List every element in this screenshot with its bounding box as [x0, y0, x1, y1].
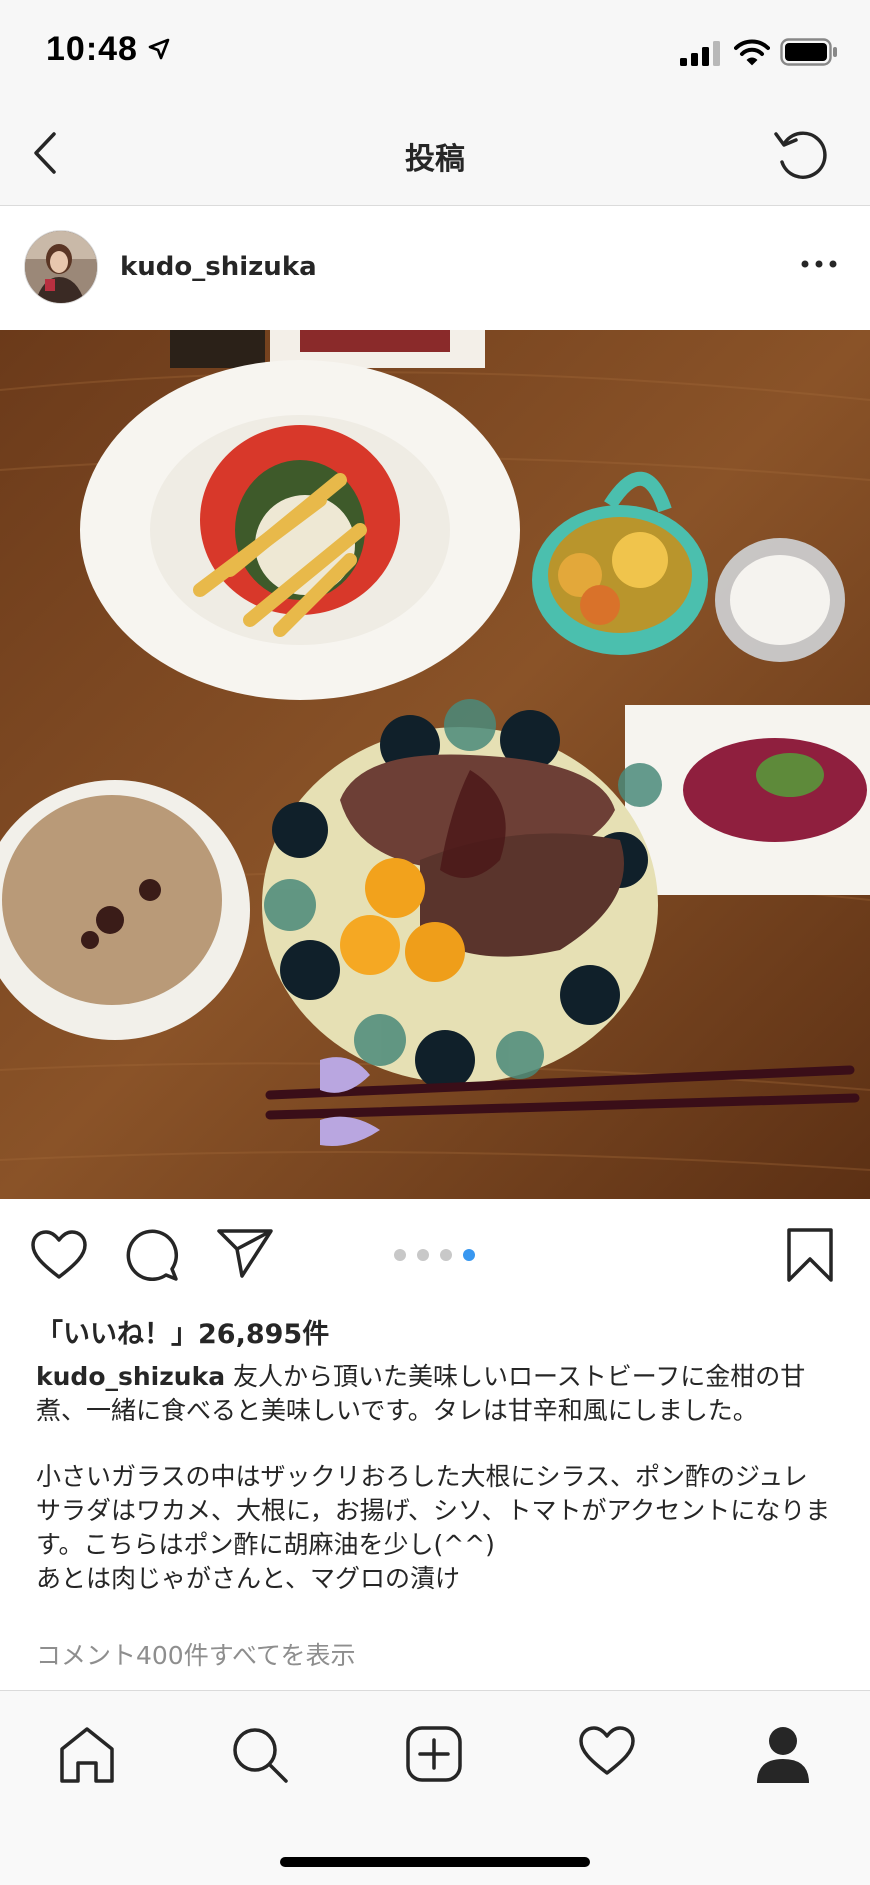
- post-actions: [0, 1199, 870, 1309]
- cellular-signal-icon: [680, 41, 720, 66]
- more-options-icon[interactable]: [800, 258, 840, 270]
- avatar[interactable]: [24, 230, 98, 304]
- refresh-icon[interactable]: [770, 124, 836, 186]
- battery-icon: [780, 38, 837, 66]
- add-post-icon[interactable]: [405, 1725, 463, 1783]
- status-bar: 10:48: [0, 0, 870, 100]
- comment-icon[interactable]: [124, 1227, 180, 1283]
- page-title: 投稿: [405, 142, 465, 177]
- activity-heart-icon[interactable]: [578, 1725, 636, 1777]
- carousel-dot: [417, 1249, 429, 1261]
- carousel-dot: [440, 1249, 452, 1261]
- view-all-comments-link[interactable]: コメント400件すべてを表示: [36, 1636, 355, 1672]
- post-photo[interactable]: [0, 330, 870, 1199]
- navigation-bar: 投稿: [0, 100, 870, 206]
- carousel-dot: [394, 1249, 406, 1261]
- wifi-icon: [734, 39, 770, 66]
- post-caption: kudo_shizuka 友人から頂いた美味しいローストビーフに金柑の甘煮、一緒…: [36, 1360, 836, 1596]
- home-indicator: [280, 1857, 590, 1867]
- share-icon[interactable]: [216, 1227, 274, 1279]
- profile-icon[interactable]: [755, 1725, 811, 1785]
- food-photo-illustration: [0, 330, 870, 1199]
- post-header: kudo_shizuka: [0, 206, 870, 330]
- caption-username[interactable]: kudo_shizuka: [36, 1362, 225, 1391]
- like-count[interactable]: 「いいね！」26,895件: [36, 1312, 329, 1351]
- location-arrow-icon: [148, 38, 170, 60]
- tab-bar: [0, 1690, 870, 1885]
- bookmark-icon[interactable]: [785, 1227, 835, 1283]
- search-icon[interactable]: [230, 1725, 290, 1785]
- carousel-dot-active: [463, 1249, 475, 1261]
- caption-text: あとは肉じゃがさんと、マグロの漬け: [36, 1564, 461, 1593]
- home-icon[interactable]: [58, 1725, 116, 1785]
- post-username[interactable]: kudo_shizuka: [120, 252, 317, 282]
- caption-text: サラダはワカメ、大根に，お揚げ、シソ、トマトがアクセントになります。こちらはポン…: [36, 1496, 831, 1559]
- heart-icon[interactable]: [30, 1229, 88, 1281]
- caption-text: 小さいガラスの中はザックリおろした大根にシラス、ポン酢のジュレ: [36, 1462, 808, 1491]
- status-time: 10:48: [46, 30, 138, 68]
